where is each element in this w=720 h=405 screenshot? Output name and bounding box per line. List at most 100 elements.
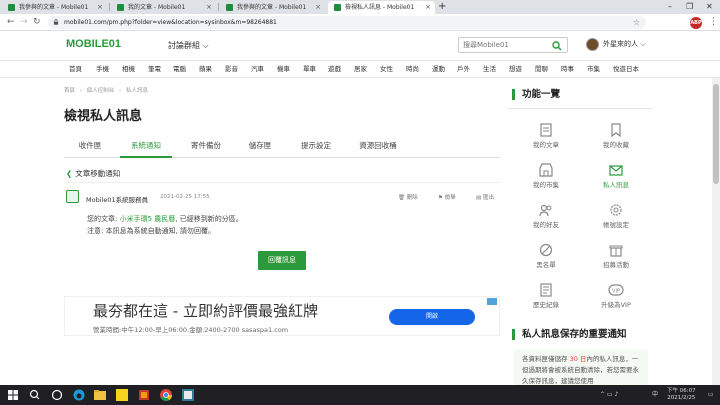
sidebar-item-account-settings[interactable]: 帳號設定 bbox=[580, 197, 652, 234]
ad-banner[interactable]: 最夯都在這 - 立即約評價最強紅牌 營業時間:中午12:00-早上06:00.金… bbox=[64, 296, 500, 336]
category-link[interactable]: 閒聊 bbox=[535, 61, 548, 78]
category-link[interactable]: 女性 bbox=[380, 61, 393, 78]
scrollbar-thumb[interactable] bbox=[713, 84, 719, 184]
forum-group-dropdown[interactable]: 討論群組 ⌵ bbox=[168, 40, 209, 51]
app-icon[interactable] bbox=[181, 388, 195, 402]
close-icon[interactable]: × bbox=[97, 1, 103, 14]
close-icon[interactable]: × bbox=[206, 1, 212, 14]
maximize-icon[interactable]: ❐ bbox=[686, 0, 693, 14]
new-tab-button[interactable]: + bbox=[438, 0, 446, 14]
delete-button[interactable]: 🗑 刪除 bbox=[398, 193, 418, 201]
divider bbox=[64, 182, 500, 183]
article-link[interactable]: 小米手環5 農民曆 bbox=[120, 215, 176, 223]
browser-tab[interactable]: 我參與的文章 - Mobile01 × bbox=[220, 1, 325, 14]
browser-menu-icon[interactable]: ⋮ bbox=[709, 14, 718, 31]
input-language[interactable]: 中 bbox=[652, 385, 658, 405]
address-bar[interactable]: mobile01.com/pm.php?folder=view&location… bbox=[48, 16, 646, 29]
sticky-notes-icon[interactable] bbox=[115, 388, 129, 402]
lock-icon bbox=[53, 19, 59, 25]
category-link[interactable]: 機車 bbox=[277, 61, 290, 78]
sidebar-item-pm[interactable]: 私人訊息 bbox=[580, 157, 652, 194]
forward-icon[interactable]: → bbox=[20, 14, 28, 31]
app-icon[interactable] bbox=[137, 388, 151, 402]
page-title: 檢視私人訊息 bbox=[64, 109, 143, 124]
reload-icon[interactable]: ↻ bbox=[33, 14, 41, 31]
category-link[interactable]: 居家 bbox=[354, 61, 367, 78]
breadcrumb-dashboard[interactable]: 個人控制台 bbox=[87, 88, 115, 94]
category-link[interactable]: 悅遊日本 bbox=[613, 61, 639, 78]
breadcrumb-separator: › bbox=[79, 88, 82, 94]
category-link[interactable]: 首頁 bbox=[69, 61, 82, 78]
adblock-icon[interactable]: ABP bbox=[690, 17, 702, 29]
search-icon[interactable] bbox=[28, 388, 42, 402]
chrome-icon[interactable] bbox=[159, 388, 173, 402]
category-link[interactable]: 單車 bbox=[303, 61, 316, 78]
sidebar-item-label: 我的收藏 bbox=[603, 141, 629, 149]
category-link[interactable]: 影音 bbox=[225, 61, 238, 78]
category-link[interactable]: 市集 bbox=[587, 61, 600, 78]
system-tray-icons[interactable]: ⌃ ▭ ♪ bbox=[600, 385, 618, 405]
sidebar-item-market[interactable]: 我的市集 bbox=[510, 157, 582, 194]
close-window-icon[interactable]: ✕ bbox=[706, 0, 713, 14]
taskbar-clock[interactable]: 下午 06:07 2021/2/25 bbox=[667, 388, 696, 402]
adchoices-icon[interactable] bbox=[487, 298, 497, 305]
browser-tab[interactable]: 我參與的文章 - Mobile01 × bbox=[2, 1, 107, 14]
windows-start-icon[interactable] bbox=[8, 390, 18, 400]
search-icon[interactable] bbox=[552, 41, 562, 51]
browser-tab-active[interactable]: 檢視私人訊息 - Mobile01 × bbox=[328, 1, 435, 14]
category-link[interactable]: 手機 bbox=[96, 61, 109, 78]
tab-divider bbox=[109, 3, 110, 11]
edge-icon[interactable] bbox=[72, 388, 86, 402]
category-link[interactable]: 相機 bbox=[122, 61, 135, 78]
vip-icon: VIP bbox=[608, 284, 624, 296]
category-link[interactable]: 戶外 bbox=[457, 61, 470, 78]
back-icon[interactable]: ← bbox=[7, 14, 15, 31]
tab-trash[interactable]: 資源回收桶 bbox=[348, 136, 408, 156]
breadcrumb-pm[interactable]: 私人訊息 bbox=[126, 88, 148, 94]
close-icon[interactable]: × bbox=[425, 1, 431, 14]
breadcrumb-home[interactable]: 首頁 bbox=[64, 88, 75, 94]
browser-tab[interactable]: 我的文章 - Mobile01 × bbox=[111, 1, 216, 14]
sidebar-item-friends[interactable]: 我的好友 bbox=[510, 197, 582, 234]
file-explorer-icon[interactable] bbox=[93, 388, 107, 402]
category-link[interactable]: 想遊 bbox=[509, 61, 522, 78]
chevron-left-icon[interactable]: ❮ bbox=[66, 169, 72, 178]
sidebar-item-favorites[interactable]: 我的收藏 bbox=[580, 117, 652, 154]
category-link[interactable]: 時尚 bbox=[406, 61, 419, 78]
category-link[interactable]: 時事 bbox=[561, 61, 574, 78]
sidebar-item-vip[interactable]: VIP 升級為VIP bbox=[580, 277, 652, 314]
breadcrumb-separator: › bbox=[118, 88, 122, 94]
ad-open-button[interactable]: 開啟 bbox=[389, 309, 475, 325]
block-icon bbox=[539, 243, 553, 257]
category-link[interactable]: 汽車 bbox=[251, 61, 264, 78]
sidebar-item-my-articles[interactable]: 我的文章 bbox=[510, 117, 582, 154]
reply-button[interactable]: 回覆訊息 bbox=[258, 251, 306, 270]
sidebar-item-label: 私人訊息 bbox=[603, 181, 629, 189]
tab-sent[interactable]: 寄件備份 bbox=[180, 136, 232, 156]
sidebar-item-history[interactable]: 歷史紀錄 bbox=[510, 277, 582, 314]
sender-name[interactable]: Mobile01系統服務員 bbox=[86, 194, 148, 204]
category-link[interactable]: 生活 bbox=[483, 61, 496, 78]
category-link[interactable]: 蘋果 bbox=[199, 61, 212, 78]
friends-icon bbox=[539, 204, 552, 217]
tab-system-notice[interactable]: 系統通知 bbox=[120, 136, 172, 158]
bookmark-star-icon[interactable]: ☆ bbox=[633, 16, 640, 29]
sidebar-item-blacklist[interactable]: 黑名單 bbox=[510, 237, 582, 274]
task-view-icon[interactable] bbox=[50, 388, 64, 402]
body-text: , 已經移到新的分區。 bbox=[175, 215, 243, 223]
search-input[interactable] bbox=[463, 39, 549, 51]
close-icon[interactable]: × bbox=[315, 1, 321, 14]
export-button[interactable]: ▤ 匯出 bbox=[476, 193, 494, 201]
sidebar-item-recruit[interactable]: 招募活動 bbox=[580, 237, 652, 274]
notification-icon[interactable]: ▭ bbox=[708, 385, 714, 405]
tab-inbox[interactable]: 收件匣 bbox=[64, 136, 116, 156]
report-button[interactable]: ⚑ 檢舉 bbox=[438, 193, 456, 201]
category-link[interactable]: 遊戲 bbox=[328, 61, 341, 78]
message-heading[interactable]: ❮ 文章移動通知 bbox=[66, 168, 120, 179]
tab-saved[interactable]: 儲存匣 bbox=[236, 136, 284, 156]
category-link[interactable]: 運動 bbox=[432, 61, 445, 78]
category-link[interactable]: 筆電 bbox=[148, 61, 161, 78]
tab-settings[interactable]: 提示設定 bbox=[290, 136, 342, 156]
category-link[interactable]: 電腦 bbox=[173, 61, 186, 78]
minimize-icon[interactable]: – bbox=[668, 0, 672, 14]
